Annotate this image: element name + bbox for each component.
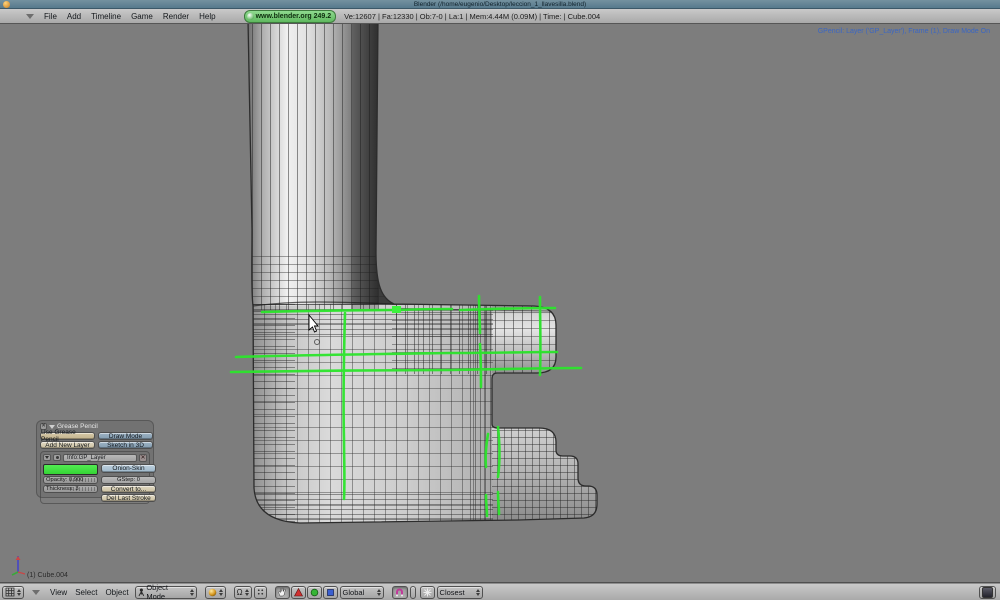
render-image-icon — [982, 586, 993, 598]
panel-collapse-icon[interactable] — [49, 424, 55, 429]
menu-select[interactable]: Select — [73, 588, 99, 597]
del-last-stroke-button[interactable]: Del Last Stroke — [101, 494, 156, 502]
snap-vertex-icon — [423, 588, 432, 596]
viewport-header: View Select Object Object Mode Ω Global … — [0, 583, 1000, 600]
scale-icon — [326, 588, 334, 596]
snap-peel-toggle[interactable] — [409, 585, 416, 599]
onion-skin-button[interactable]: Onion-Skin — [101, 464, 156, 473]
menu-game[interactable]: Game — [129, 12, 155, 21]
window-title: Blender (/home/eugenio/Desktop/leccion_1… — [413, 0, 587, 8]
opacity-slider[interactable]: Opacity: 0.900 — [43, 476, 98, 484]
viewport-3d[interactable]: GPencil: Layer ('GP_Layer'), Frame (1), … — [0, 24, 1000, 583]
dropdown-stepper-icon — [17, 588, 21, 596]
menu-file[interactable]: File — [42, 12, 59, 21]
grease-pencil-dot — [392, 306, 401, 313]
snap-element-button[interactable] — [419, 585, 435, 599]
translate-manipulator-toggle[interactable] — [290, 585, 306, 599]
dropdown-stepper-icon — [475, 588, 480, 596]
use-grease-pencil-button[interactable]: Use Grease Pencil — [40, 429, 95, 443]
object-mode-icon — [138, 588, 144, 596]
translate-icon — [293, 587, 303, 596]
move-centers-toggle[interactable] — [253, 585, 267, 599]
dropdown-stepper-icon — [218, 588, 223, 596]
snap-target-dropdown[interactable]: Closest — [436, 585, 483, 599]
draw-type-dropdown[interactable] — [204, 585, 226, 599]
header-collapse-icon[interactable] — [32, 589, 40, 595]
layer-collapse-icon[interactable] — [43, 454, 51, 461]
editor-type-button[interactable] — [2, 585, 24, 599]
menu-view[interactable]: View — [48, 588, 69, 597]
editor-grid-icon — [5, 587, 15, 597]
layer-visibility-icon[interactable] — [53, 454, 61, 461]
gpencil-status-text: GPencil: Layer ('GP_Layer'), Frame (1), … — [817, 28, 990, 35]
sketch-in-3d-button[interactable]: Sketch in 3D — [98, 441, 153, 449]
header-collapse-icon[interactable] — [26, 13, 34, 19]
dropdown-stepper-icon — [376, 588, 381, 596]
add-new-layer-button[interactable]: Add New Layer — [40, 441, 95, 449]
draw-mode-button[interactable]: Draw Mode — [98, 432, 153, 440]
info-header: File Add Timeline Game Render Help www.b… — [0, 9, 1000, 24]
grease-pencil-panel[interactable]: ✕ Grease Pencil Use Grease Pencil Draw M… — [36, 420, 156, 504]
menu-render[interactable]: Render — [161, 12, 191, 21]
window-manager-icon[interactable] — [3, 1, 10, 8]
layer-color-swatch[interactable] — [43, 464, 98, 475]
mode-dropdown[interactable]: Object Mode — [134, 583, 197, 600]
pivot-dropdown[interactable]: Ω — [233, 585, 252, 599]
scene-stats: Ve:12607 | Fa:12330 | Ob:7-0 | La:1 | Me… — [344, 11, 601, 21]
layer-delete-icon[interactable]: ✕ — [139, 453, 147, 462]
slider-handle[interactable] — [68, 487, 95, 491]
menu-object[interactable]: Object — [103, 588, 130, 597]
blender-logo-icon — [246, 12, 254, 20]
scale-manipulator-toggle[interactable] — [322, 585, 338, 599]
center-dots-icon — [257, 589, 263, 595]
gstep-field[interactable]: GStep: 0 — [101, 476, 156, 484]
menu-help[interactable]: Help — [197, 12, 217, 21]
version-badge[interactable]: www.blender.org 249.2 — [243, 9, 337, 23]
snap-toggle[interactable] — [391, 585, 408, 599]
menu-timeline[interactable]: Timeline — [89, 12, 123, 21]
dropdown-stepper-icon — [189, 588, 194, 596]
gp-layer-box: Info:GP_Layer ✕ Onion-Skin Opacity: 0.90… — [40, 451, 156, 504]
rotate-icon — [310, 588, 318, 596]
menu-add[interactable]: Add — [65, 12, 83, 21]
pivot-point-icon: Ω — [236, 587, 243, 597]
blender-window: Blender (/home/eugenio/Desktop/leccion_1… — [0, 0, 1000, 600]
layer-name-field[interactable]: Info:GP_Layer — [63, 453, 137, 462]
render-opengl-button[interactable] — [979, 585, 996, 599]
solid-shading-icon — [208, 588, 216, 596]
hand-icon — [278, 587, 286, 597]
convert-to-button[interactable]: Convert to... — [101, 485, 156, 493]
thickness-slider[interactable]: Thickness: 3 — [43, 485, 98, 493]
rotate-manipulator-toggle[interactable] — [306, 585, 322, 599]
orientation-dropdown[interactable]: Global — [339, 585, 384, 599]
slider-handle[interactable] — [68, 478, 95, 482]
window-titlebar: Blender (/home/eugenio/Desktop/leccion_1… — [0, 0, 1000, 9]
active-object-label: (1) Cube.004 — [27, 572, 68, 579]
dropdown-stepper-icon — [244, 588, 249, 596]
manipulator-toggle[interactable] — [274, 585, 290, 599]
magnet-icon — [396, 588, 404, 596]
